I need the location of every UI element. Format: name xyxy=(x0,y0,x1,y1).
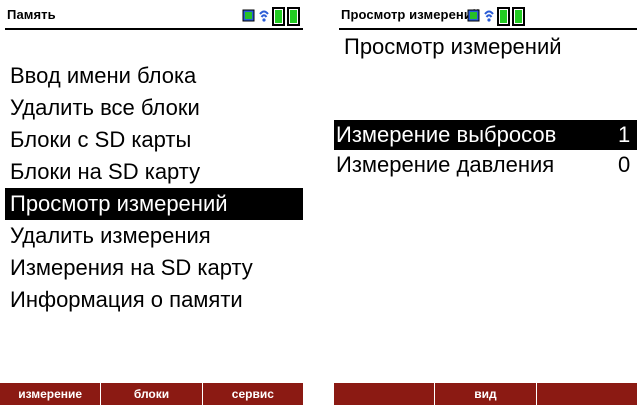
menu-item-blocks-from-sd[interactable]: Блоки с SD карты xyxy=(5,124,303,156)
status-icons xyxy=(467,7,529,27)
battery-icon xyxy=(497,7,525,26)
softkey-blocks[interactable]: блоки xyxy=(100,383,201,405)
menu-item-memory-info[interactable]: Информация о памяти xyxy=(5,284,303,316)
menu-item-delete-all-blocks[interactable]: Удалить все блоки xyxy=(5,92,303,124)
softkey-bar: вид xyxy=(334,383,637,405)
measurement-label: Измерение выбросов xyxy=(336,122,557,147)
view-measurements-screen: Просмотр измерений Просмотр измерений Из… xyxy=(334,0,637,405)
measurement-count: 1 xyxy=(618,122,631,147)
measurement-list: Измерение выбросов 1 Измерение давления … xyxy=(334,120,637,180)
page-heading: Просмотр измерений xyxy=(344,34,562,59)
menu-item-measurements-to-sd[interactable]: Измерения на SD карту xyxy=(5,252,303,284)
title-bar: Просмотр измерений xyxy=(339,4,637,30)
bluetooth-icon xyxy=(484,10,494,22)
measurement-label: Измерение давления xyxy=(336,152,555,177)
measurement-count: 0 xyxy=(618,152,631,177)
measurement-row-emissions[interactable]: Измерение выбросов 1 xyxy=(334,120,637,150)
softkey-right[interactable] xyxy=(535,383,637,405)
menu-item-enter-block-name[interactable]: Ввод имени блока xyxy=(5,60,303,92)
memory-screen: Память Ввод имени блока Удалить все блок… xyxy=(0,0,303,405)
title-bar: Память xyxy=(5,4,303,30)
measurement-row-pressure[interactable]: Измерение давления 0 xyxy=(334,150,637,180)
softkey-measurement[interactable]: измерение xyxy=(0,383,100,405)
menu-item-blocks-to-sd[interactable]: Блоки на SD карту xyxy=(5,156,303,188)
battery-icon xyxy=(272,7,300,26)
plug-icon xyxy=(242,9,255,22)
softkey-service[interactable]: сервис xyxy=(201,383,303,405)
screen-title: Память xyxy=(7,7,56,22)
bluetooth-icon xyxy=(259,10,269,22)
status-icons xyxy=(242,7,303,27)
menu-item-delete-measurements[interactable]: Удалить измерения xyxy=(5,220,303,252)
memory-menu: Ввод имени блока Удалить все блоки Блоки… xyxy=(5,60,303,316)
menu-item-view-measurements[interactable]: Просмотр измерений xyxy=(5,188,303,220)
plug-icon xyxy=(467,9,480,22)
screen-title: Просмотр измерений xyxy=(341,7,481,22)
softkey-bar: измерение блоки сервис xyxy=(0,383,303,405)
softkey-view[interactable]: вид xyxy=(434,383,535,405)
softkey-left[interactable] xyxy=(334,383,434,405)
